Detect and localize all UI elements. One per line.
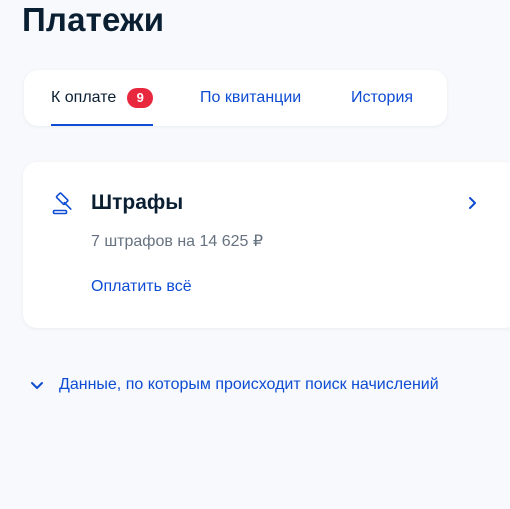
tab-to-pay-label: К оплате (51, 89, 117, 106)
fines-title[interactable]: Штрафы (91, 190, 183, 216)
page-title: Платежи (22, 1, 165, 38)
chevron-down-icon (31, 382, 43, 389)
tab-by-receipt[interactable]: По квитанции (200, 70, 301, 126)
payment-tabs: К оплате 9 По квитанции История (24, 70, 447, 126)
fines-card[interactable]: Штрафы 7 штрафов на 14 625 ₽ Оплатить вс… (23, 162, 510, 328)
tab-history-label: История (351, 89, 414, 106)
tab-to-pay[interactable]: К оплате 9 (51, 70, 154, 126)
fines-summary: 7 штрафов на 14 625 ₽ (91, 233, 264, 250)
pay-all-link[interactable]: Оплатить всё (91, 277, 192, 297)
search-data-toggle[interactable]: Данные, по которым происходит поиск начи… (30, 374, 439, 396)
tab-by-receipt-label: По квитанции (200, 89, 302, 106)
tab-history[interactable]: История (351, 70, 413, 126)
count-badge: 9 (127, 88, 154, 108)
gavel-icon (52, 192, 72, 215)
chevron-right-icon[interactable] (466, 194, 480, 212)
search-data-label: Данные, по которым происходит поиск начи… (59, 376, 439, 393)
